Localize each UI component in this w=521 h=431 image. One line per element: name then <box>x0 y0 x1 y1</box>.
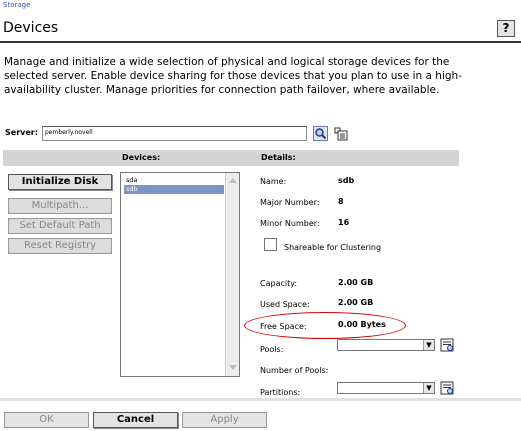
used-space-label: Used Space: <box>260 300 310 309</box>
number-of-pools-label: Number of Pools: <box>260 366 329 375</box>
list-item[interactable]: sda <box>124 176 224 185</box>
set-default-path-button[interactable]: Set Default Path <box>8 218 112 234</box>
cancel-button[interactable]: Cancel <box>93 412 178 428</box>
page-title: Devices <box>3 20 59 36</box>
minor-number-value: 16 <box>338 218 350 227</box>
partitions-select[interactable]: ▼ <box>337 382 435 394</box>
name-label: Name: <box>260 177 287 186</box>
help-button[interactable]: ? <box>497 20 515 37</box>
shareable-checkbox[interactable] <box>264 238 277 251</box>
title-divider <box>0 41 521 43</box>
ok-button[interactable]: OK <box>4 412 89 428</box>
pools-label: Pools: <box>260 345 284 354</box>
device-list-scrollbar[interactable] <box>225 173 239 376</box>
search-icon[interactable] <box>313 126 328 141</box>
server-input[interactable]: pemberly.novell <box>42 126 307 141</box>
server-browse-icon[interactable] <box>333 126 348 141</box>
partitions-details-icon[interactable] <box>440 381 455 396</box>
initialize-disk-button[interactable]: Initialize Disk <box>8 174 112 190</box>
server-label: Server: <box>5 128 38 137</box>
dropdown-arrow-icon: ▼ <box>423 340 434 350</box>
device-list[interactable]: sda sdb <box>120 172 240 377</box>
list-item[interactable]: sdb <box>124 185 224 194</box>
pools-select[interactable]: ▼ <box>337 339 435 351</box>
multipath-button[interactable]: Multipath... <box>8 198 112 214</box>
capacity-label: Capacity: <box>260 279 298 288</box>
name-value: sdb <box>338 176 355 185</box>
footer-divider <box>0 398 521 401</box>
shareable-label: Shareable for Clustering <box>284 243 382 252</box>
details-column-header: Details: <box>261 153 296 162</box>
partitions-label: Partitions: <box>260 388 301 397</box>
major-number-value: 8 <box>338 197 344 206</box>
devices-column-header: Devices: <box>122 153 161 162</box>
minor-number-label: Minor Number: <box>260 219 320 228</box>
column-header-bar <box>3 150 459 166</box>
capacity-value: 2.00 GB <box>338 278 374 287</box>
reset-registry-button[interactable]: Reset Registry <box>8 238 112 254</box>
dropdown-arrow-icon: ▼ <box>423 383 434 393</box>
breadcrumb[interactable]: Storage <box>3 1 30 9</box>
free-space-highlight-annotation <box>244 312 406 339</box>
major-number-label: Major Number: <box>260 198 320 207</box>
apply-button[interactable]: Apply <box>182 412 267 428</box>
page-description: Manage and initialize a wide selection o… <box>4 56 462 96</box>
pools-details-icon[interactable] <box>440 338 455 353</box>
used-space-value: 2.00 GB <box>338 298 374 307</box>
